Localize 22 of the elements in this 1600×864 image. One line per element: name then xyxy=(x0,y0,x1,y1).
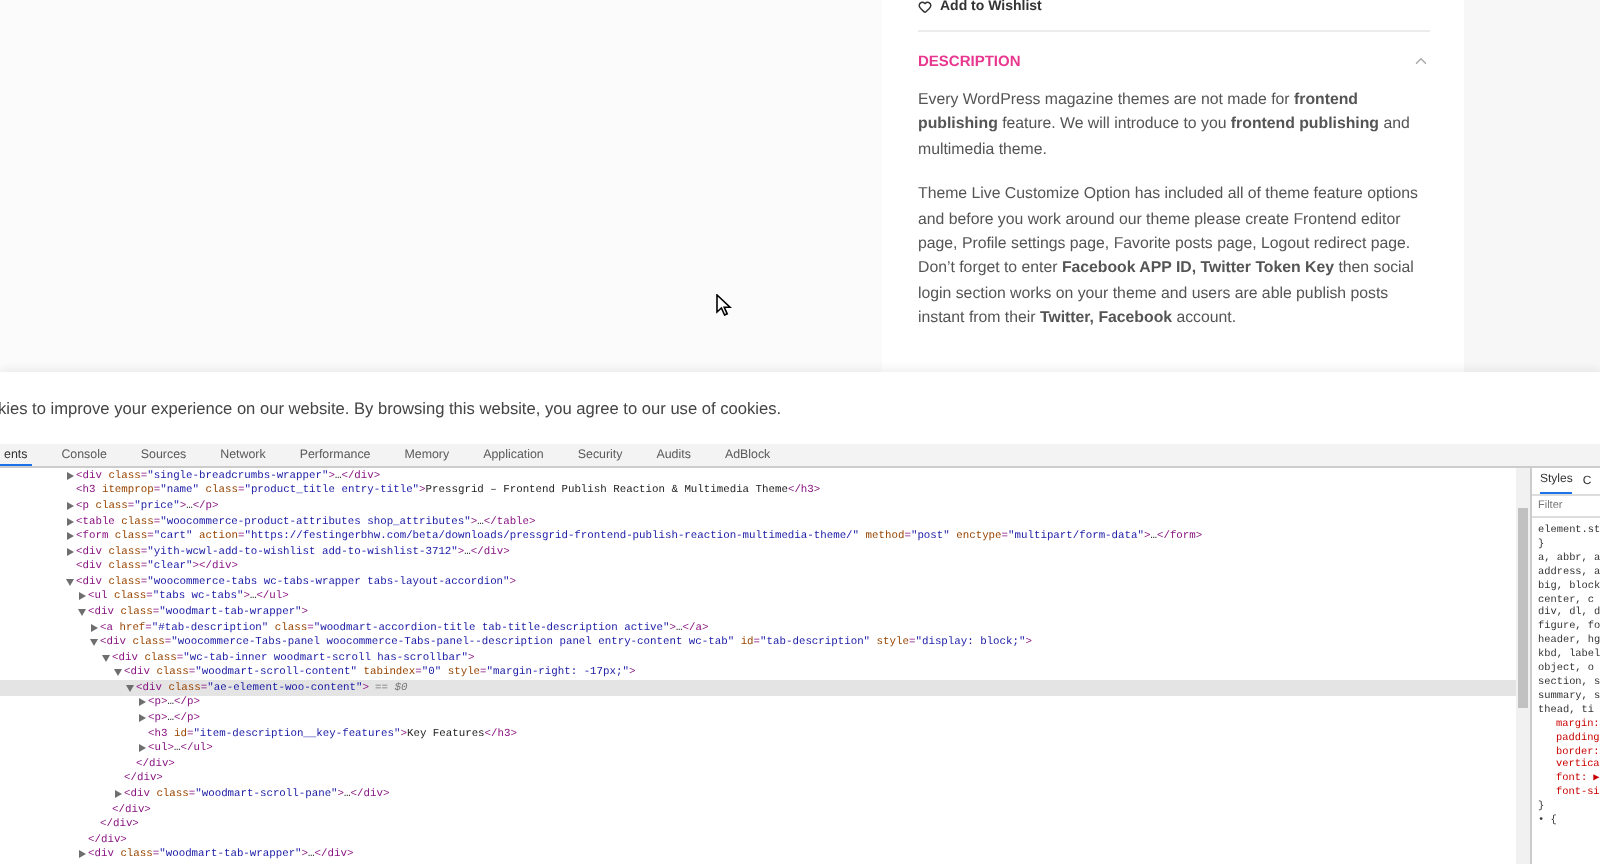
down-triangle-icon[interactable] xyxy=(126,683,134,692)
mouse-pointer-icon xyxy=(716,294,732,316)
scrollbar[interactable] xyxy=(1516,468,1530,864)
down-triangle-icon[interactable] xyxy=(66,577,74,586)
down-triangle-icon[interactable] xyxy=(114,668,122,677)
down-triangle-icon[interactable] xyxy=(90,638,98,647)
scrollbar-thumb[interactable] xyxy=(1518,508,1528,708)
right-triangle-icon[interactable] xyxy=(90,623,98,632)
right-triangle-icon[interactable] xyxy=(78,850,86,859)
right-triangle-icon[interactable] xyxy=(138,714,146,723)
right-triangle-icon[interactable] xyxy=(66,501,74,510)
down-triangle-icon[interactable] xyxy=(78,607,86,616)
right-triangle-icon[interactable] xyxy=(138,698,146,707)
right-triangle-icon[interactable] xyxy=(66,532,74,541)
right-triangle-icon[interactable] xyxy=(138,744,146,753)
down-triangle-icon[interactable] xyxy=(102,653,110,662)
right-triangle-icon[interactable] xyxy=(78,592,86,601)
right-triangle-icon[interactable] xyxy=(114,789,122,798)
right-triangle-icon[interactable] xyxy=(66,471,74,480)
right-triangle-icon[interactable] xyxy=(66,547,74,556)
heart-icon xyxy=(918,0,932,13)
right-triangle-icon[interactable] xyxy=(66,517,74,526)
